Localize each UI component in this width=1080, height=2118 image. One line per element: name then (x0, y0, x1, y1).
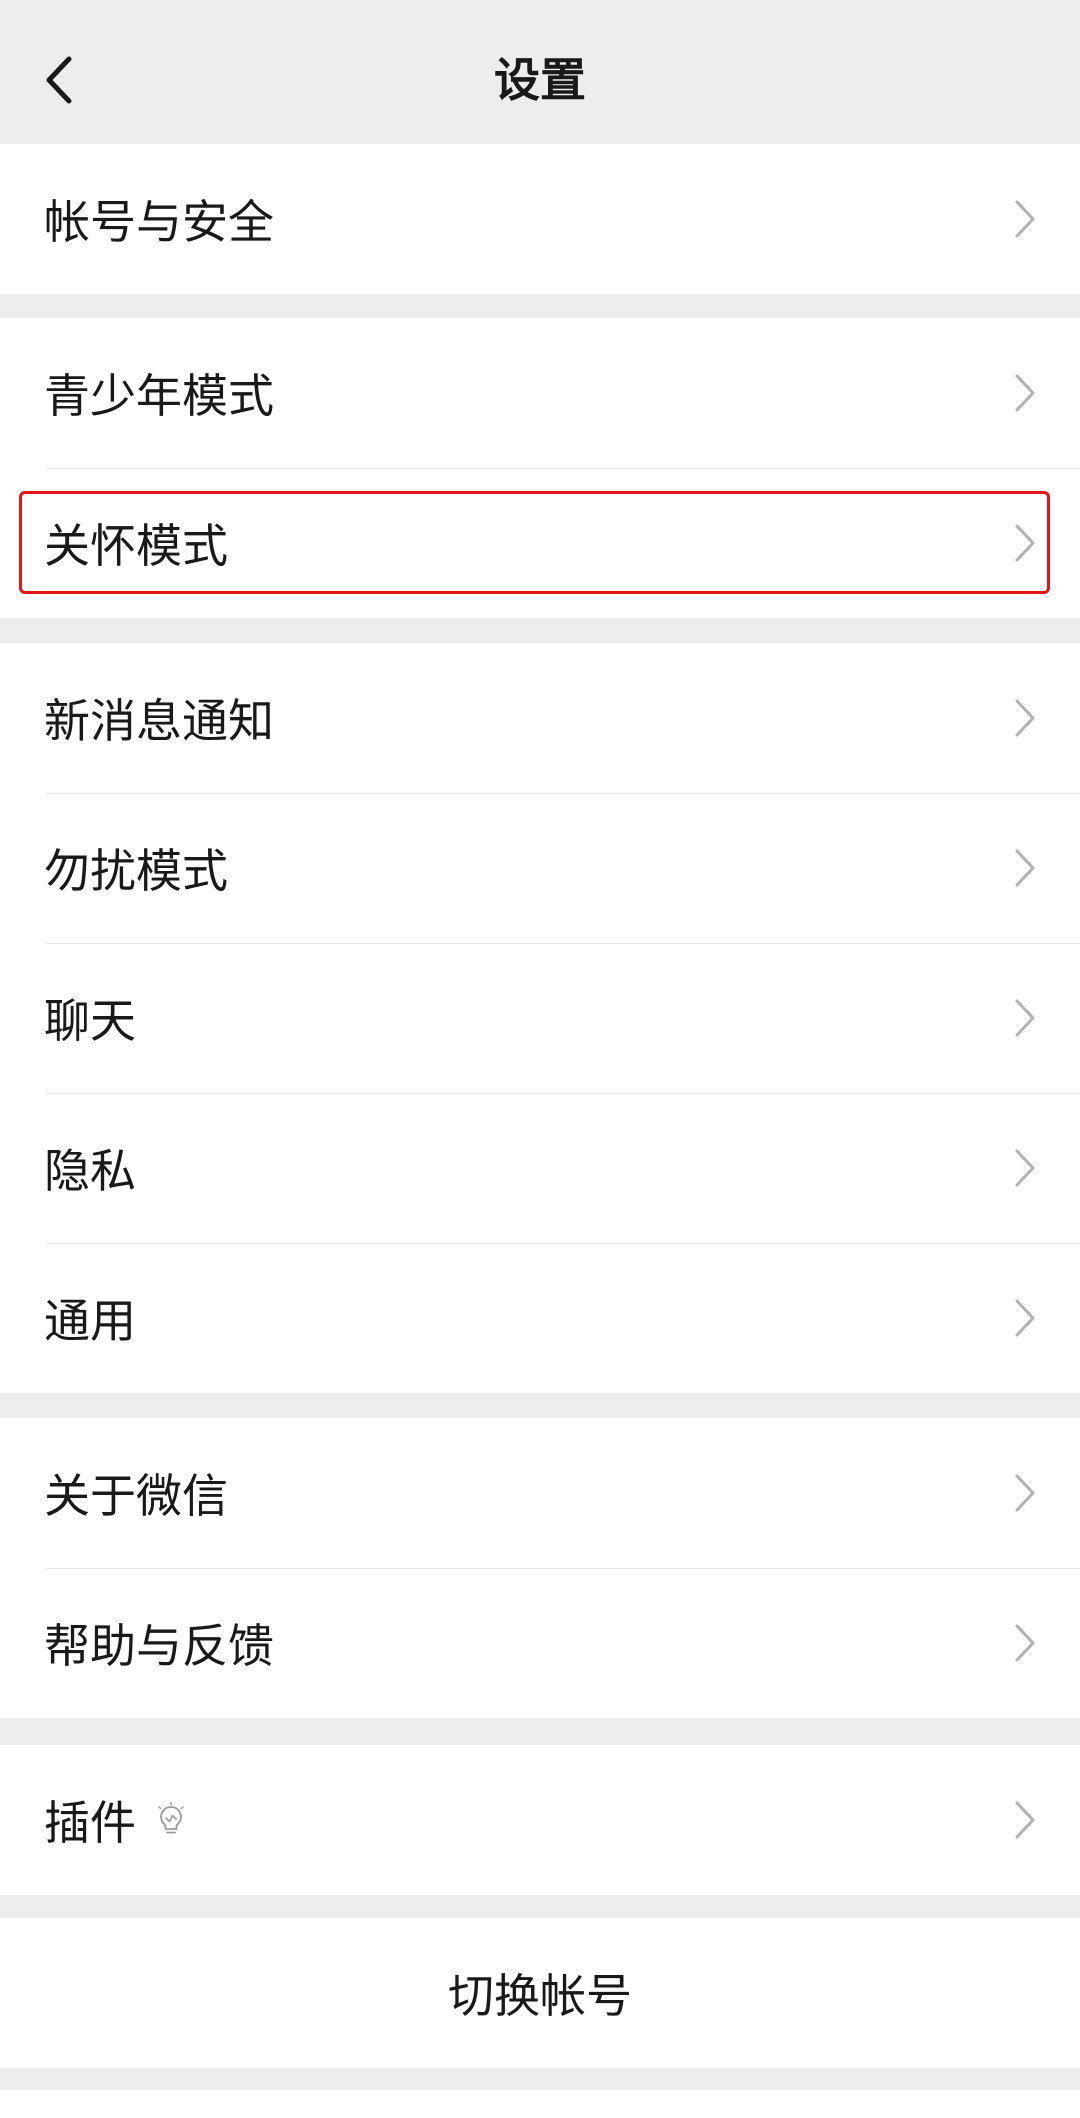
settings-row-care-mode[interactable]: 关怀模式 (0, 468, 1080, 618)
settings-row-label: 新消息通知 (44, 694, 274, 748)
chevron-right-icon (1015, 1624, 1035, 1662)
chevron-right-icon (1015, 1149, 1035, 1187)
settings-row-label: 关于微信 (44, 1469, 228, 1523)
page-title: 设置 (494, 53, 586, 107)
settings-row-help-feedback[interactable]: 帮助与反馈 (0, 1568, 1080, 1718)
chevron-right-icon (1015, 1299, 1035, 1337)
chevron-right-icon (1015, 1474, 1035, 1512)
settings-row-account-security[interactable]: 帐号与安全 (0, 144, 1080, 294)
settings-row-do-not-disturb[interactable]: 勿扰模式 (0, 793, 1080, 943)
chevron-left-icon (46, 56, 72, 104)
chevron-right-icon (1015, 374, 1035, 412)
settings-group-modes: 青少年模式 关怀模式 (0, 318, 1080, 618)
back-button[interactable] (28, 40, 92, 120)
settings-row-label: 聊天 (44, 994, 136, 1048)
settings-group-general: 新消息通知 勿扰模式 聊天 隐私 通用 (0, 643, 1080, 1393)
chevron-right-icon (1015, 999, 1035, 1037)
chevron-right-icon (1015, 524, 1035, 562)
chevron-right-icon (1015, 1801, 1035, 1839)
settings-row-plugins[interactable]: 插件 (0, 1745, 1080, 1895)
settings-row-label: 帮助与反馈 (44, 1619, 274, 1673)
settings-row-general[interactable]: 通用 (0, 1243, 1080, 1393)
settings-row-label: 勿扰模式 (44, 844, 228, 898)
switch-account-button[interactable]: 切换帐号 (0, 1918, 1080, 2068)
settings-row-chat[interactable]: 聊天 (0, 943, 1080, 1093)
settings-row-privacy[interactable]: 隐私 (0, 1093, 1080, 1243)
nav-bar: 设置 (0, 0, 1080, 144)
bottom-panel (0, 2090, 1080, 2118)
settings-group-plugins: 插件 (0, 1745, 1080, 1895)
chevron-right-icon (1015, 200, 1035, 238)
settings-row-label: 隐私 (44, 1144, 136, 1198)
settings-group-account: 帐号与安全 (0, 144, 1080, 294)
settings-row-about-wechat[interactable]: 关于微信 (0, 1418, 1080, 1568)
switch-account-label: 切换帐号 (448, 1969, 632, 2023)
settings-row-label: 通用 (44, 1294, 136, 1348)
settings-row-notifications[interactable]: 新消息通知 (0, 643, 1080, 793)
settings-row-youth-mode[interactable]: 青少年模式 (0, 318, 1080, 468)
settings-group-about: 关于微信 帮助与反馈 (0, 1418, 1080, 1718)
lightbulb-icon (158, 1802, 184, 1834)
chevron-right-icon (1015, 849, 1035, 887)
settings-row-label: 青少年模式 (44, 369, 274, 423)
settings-row-label: 插件 (44, 1796, 136, 1850)
settings-row-label: 帐号与安全 (44, 195, 274, 249)
chevron-right-icon (1015, 699, 1035, 737)
settings-row-label: 关怀模式 (44, 519, 228, 573)
